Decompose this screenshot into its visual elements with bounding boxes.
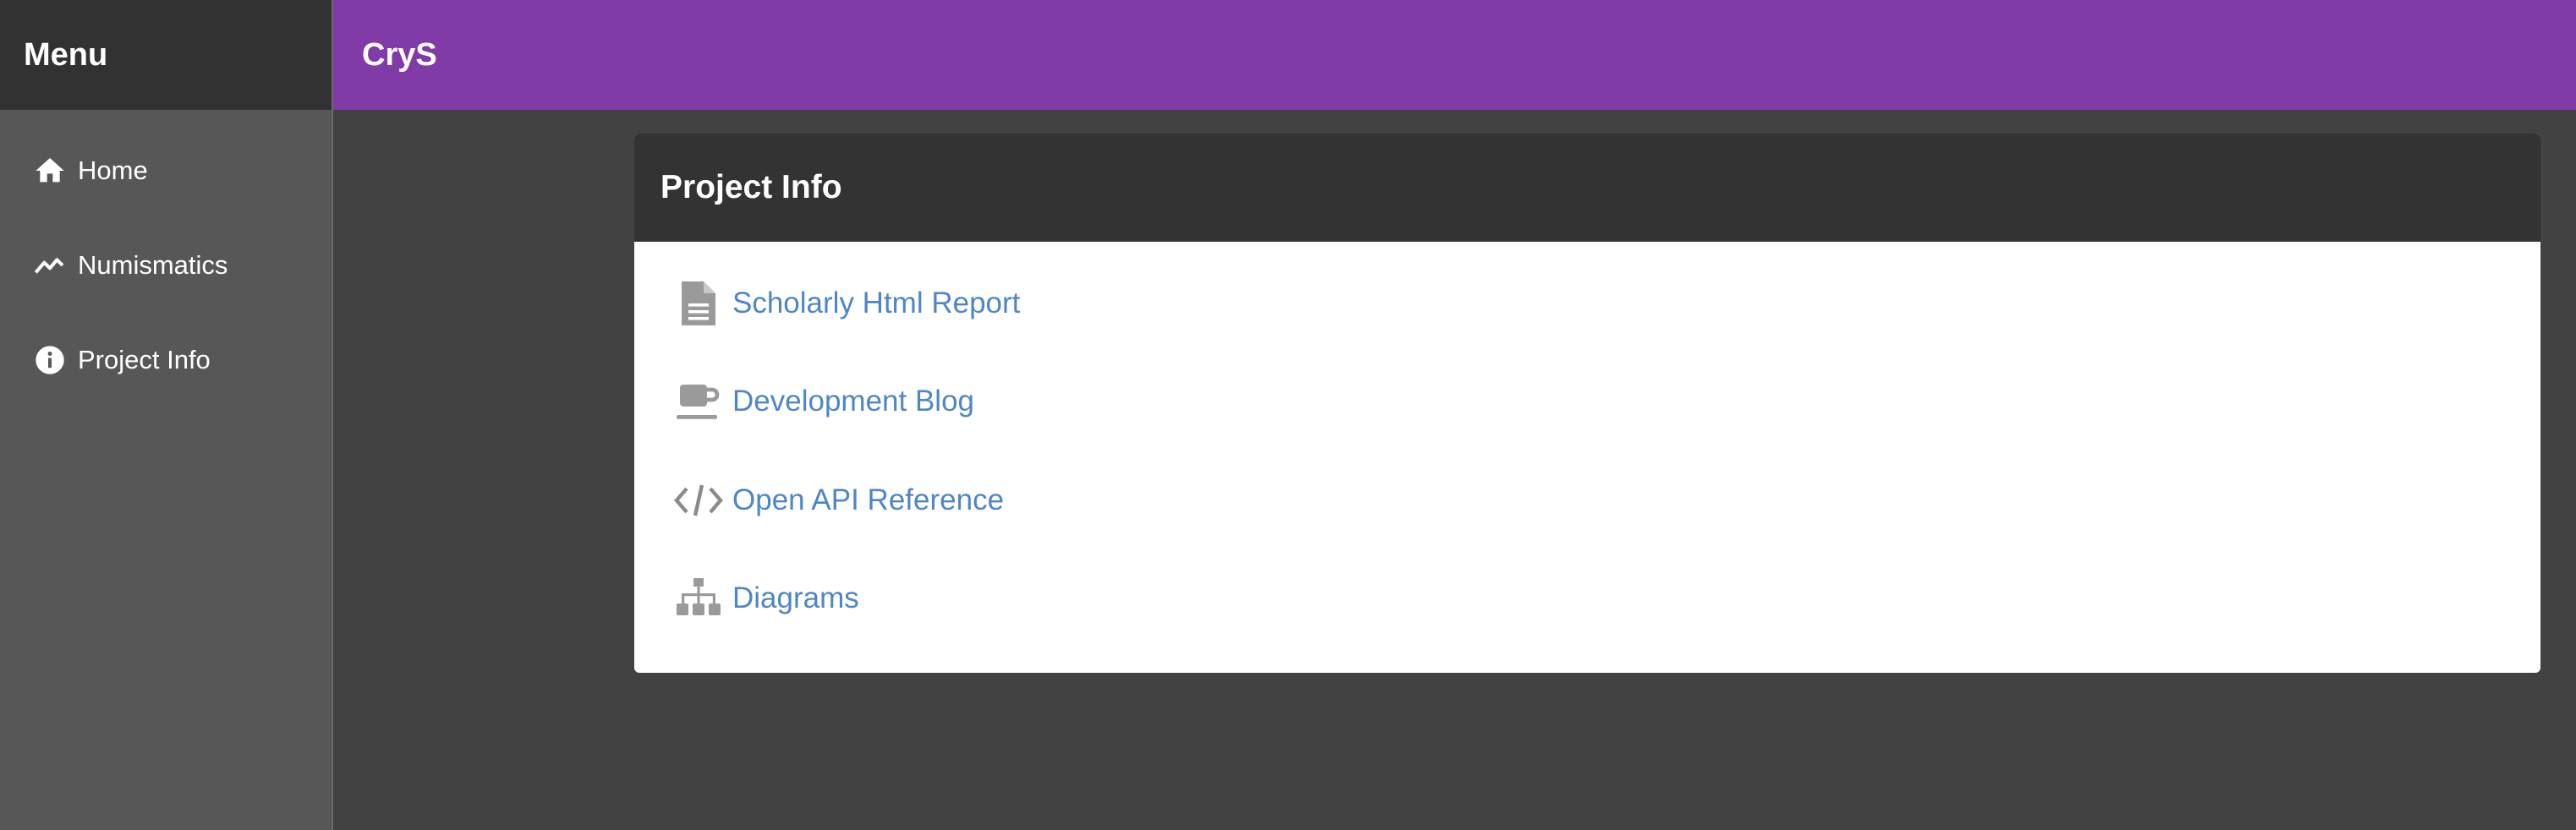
code-icon bbox=[673, 473, 724, 527]
app-title: CryS bbox=[362, 36, 437, 73]
link-label: Open API Reference bbox=[732, 483, 1005, 516]
link-label: Diagrams bbox=[732, 582, 859, 614]
document-icon bbox=[673, 276, 724, 330]
link-open-api-reference[interactable]: Open API Reference bbox=[673, 473, 1004, 527]
card-header: Project Info bbox=[634, 134, 2540, 242]
link-label: Scholarly Html Report bbox=[732, 287, 1021, 319]
sidebar: Menu Home Numismatics Project Info bbox=[0, 0, 333, 830]
link-diagrams[interactable]: Diagrams bbox=[673, 571, 859, 625]
home-icon bbox=[32, 153, 68, 188]
sidebar-item-project-info[interactable]: Project Info bbox=[32, 342, 211, 378]
link-label: Development Blog bbox=[732, 385, 974, 418]
top-app-bar: CryS bbox=[333, 0, 2576, 110]
sitemap-icon bbox=[673, 571, 724, 625]
sidebar-item-label: Numismatics bbox=[78, 250, 228, 280]
link-scholarly-html-report[interactable]: Scholarly Html Report bbox=[673, 276, 1020, 330]
project-info-card: Project Info Scholarly Html Report Devel… bbox=[634, 134, 2540, 673]
sidebar-item-numismatics[interactable]: Numismatics bbox=[32, 248, 227, 283]
sidebar-item-home[interactable]: Home bbox=[32, 153, 148, 188]
sidebar-item-label: Project Info bbox=[78, 345, 211, 374]
sidebar-item-label: Home bbox=[78, 156, 148, 185]
sidebar-title: Menu bbox=[24, 36, 108, 73]
card-title: Project Info bbox=[660, 169, 842, 205]
link-development-blog[interactable]: Development Blog bbox=[673, 374, 974, 429]
info-icon bbox=[32, 342, 68, 378]
coffee-cup-icon bbox=[673, 374, 724, 429]
trending-up-icon bbox=[32, 248, 68, 283]
sidebar-header: Menu bbox=[0, 0, 332, 110]
